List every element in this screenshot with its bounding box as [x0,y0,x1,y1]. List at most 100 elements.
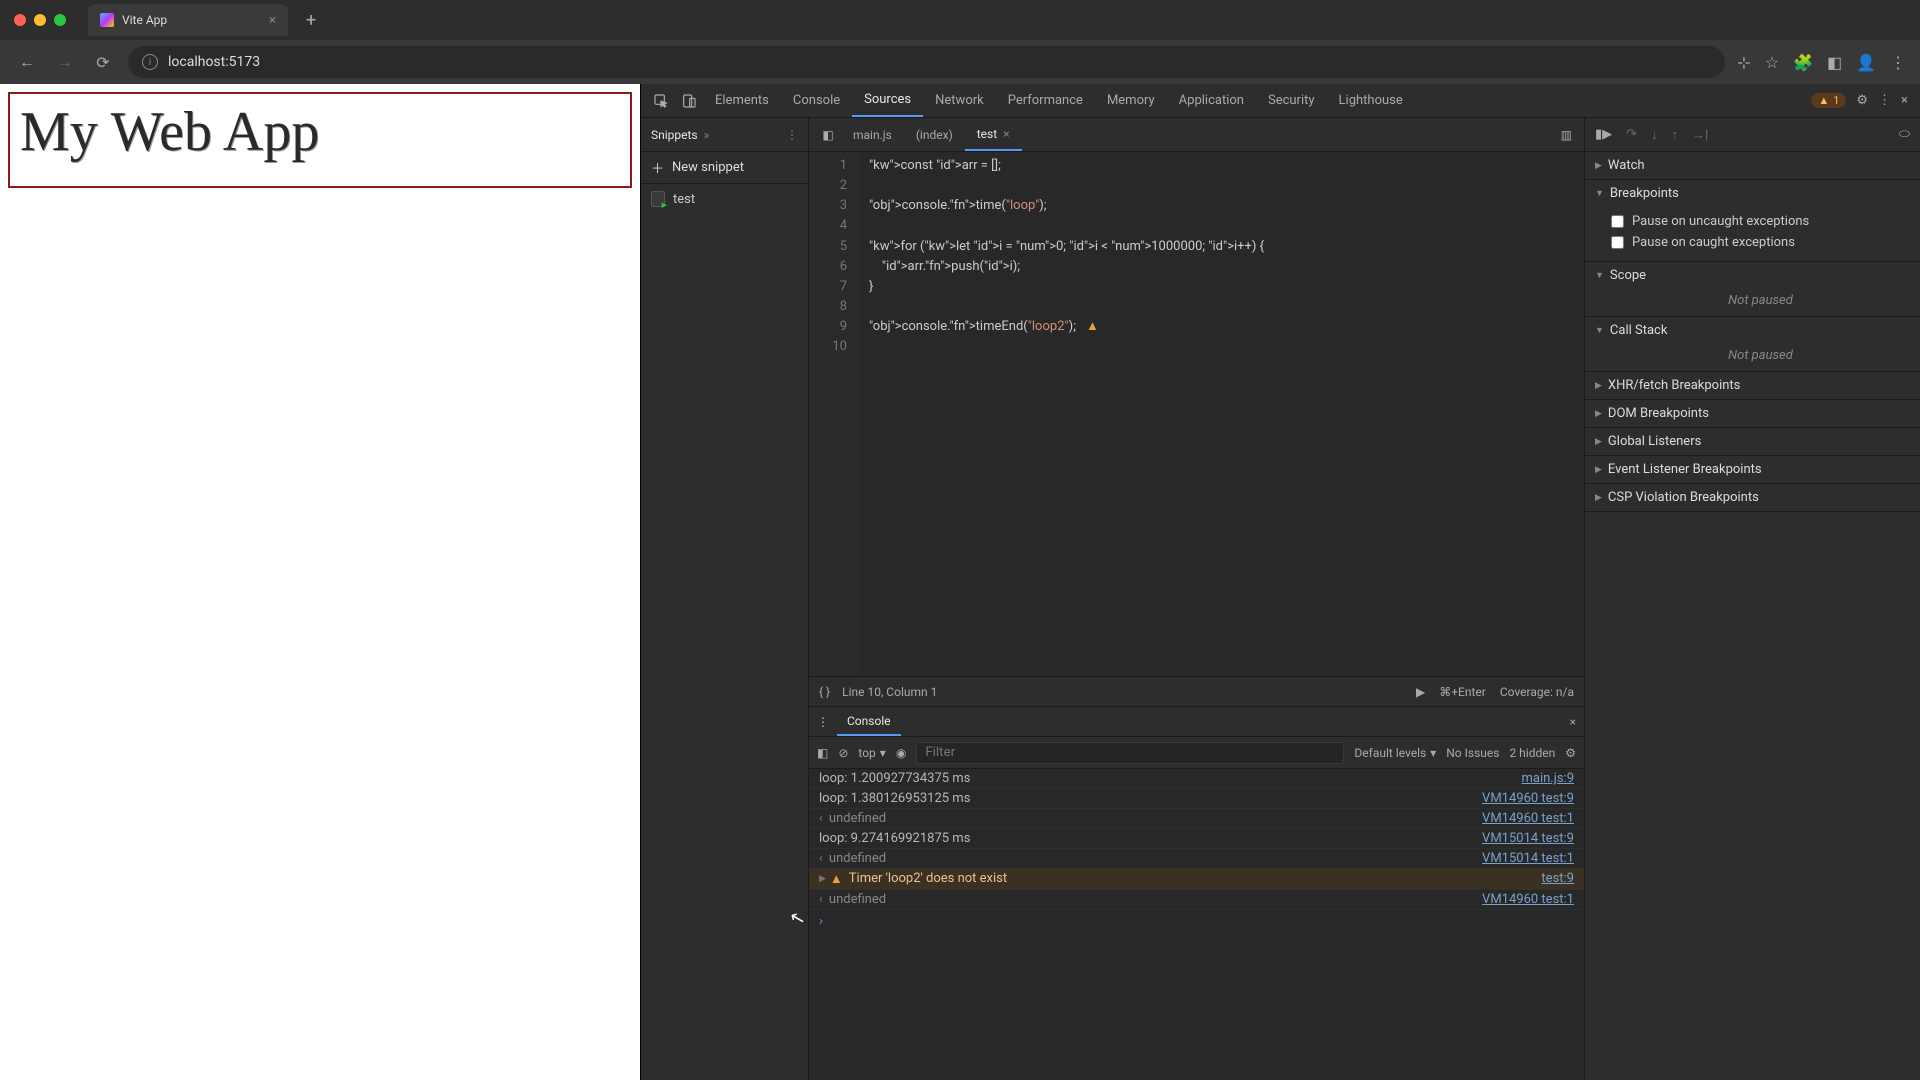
source-link[interactable]: main.js:9 [1521,771,1574,786]
snippets-header[interactable]: Snippets [651,128,698,142]
devtools-tab-console[interactable]: Console [781,84,852,117]
bookmark-icon[interactable]: ☆ [1765,53,1779,72]
devtools-tab-security[interactable]: Security [1256,84,1327,117]
minimize-window[interactable] [34,14,46,26]
new-snippet-button[interactable]: ＋ New snippet [641,152,808,184]
devtools-tab-sources[interactable]: Sources [852,84,923,117]
new-tab-button[interactable]: + [306,10,316,31]
more-icon[interactable]: ⋮ [1878,93,1891,108]
debugger-section[interactable]: ▼Scope [1585,262,1920,289]
run-icon[interactable]: ▶ [1416,685,1425,699]
devtools-tab-performance[interactable]: Performance [996,84,1095,117]
levels-select[interactable]: Default levels ▾ [1354,746,1436,760]
devtools-tab-lighthouse[interactable]: Lighthouse [1327,84,1415,117]
profile-icon[interactable]: 👤 [1856,53,1876,72]
deactivate-bp-icon[interactable]: ⬭ [1899,127,1910,142]
menu-icon[interactable]: ⋮ [1890,53,1906,72]
code-editor: ◧ main.js(index)test× ▥ 12345678910 "kw"… [809,118,1584,1080]
snippet-item[interactable]: test [641,184,808,214]
console-und-row[interactable]: undefinedVM14960 test:1 [809,809,1584,829]
address-bar[interactable]: i localhost:5173 [128,46,1725,78]
source-link[interactable]: VM15014 test:1 [1482,851,1574,866]
issues-label[interactable]: No Issues [1446,746,1499,760]
source-link[interactable]: test:9 [1541,871,1574,887]
devtools-tab-elements[interactable]: Elements [703,84,781,117]
pause-icon[interactable]: ▮▶ [1595,127,1612,142]
file-tab[interactable]: (index) [904,118,965,151]
clear-console-icon[interactable]: ⊘ [838,746,848,760]
drawer-more-icon[interactable]: ⋮ [817,715,837,729]
source-link[interactable]: VM14960 test:1 [1482,892,1574,907]
context-select[interactable]: top ▾ [858,746,885,760]
reload-button[interactable]: ⟳ [90,49,116,75]
zoom-icon[interactable]: ⊹ [1737,53,1750,72]
console-log[interactable]: loop: 1.200927734375 msmain.js:9loop: 1.… [809,769,1584,1080]
step-icon[interactable]: →| [1692,127,1708,143]
format-icon[interactable]: { } [819,685,830,699]
live-expr-icon[interactable]: ◉ [896,746,906,760]
devtools-tab-memory[interactable]: Memory [1095,84,1167,117]
close-devtools-icon[interactable]: × [1901,93,1908,108]
console-und-row[interactable]: undefinedVM15014 test:1 [809,849,1584,869]
close-window[interactable] [14,14,26,26]
debugger-section[interactable]: ▶Global Listeners [1585,428,1920,455]
forward-button[interactable]: → [52,49,78,75]
close-file-icon[interactable]: × [1003,127,1009,141]
extensions-icon[interactable]: 🧩 [1793,53,1813,72]
console-tab[interactable]: Console [837,707,901,736]
close-drawer-icon[interactable]: × [1570,715,1576,729]
maximize-window[interactable] [54,14,66,26]
caught-checkbox[interactable] [1611,236,1624,249]
console-log-row[interactable]: loop: 1.200927734375 msmain.js:9 [809,769,1584,789]
step-over-icon[interactable]: ↷ [1626,127,1637,142]
console-und-row[interactable]: undefinedVM14960 test:1 [809,890,1584,910]
error-count-badge[interactable]: ▲ 1 [1811,93,1846,108]
file-tab[interactable]: test× [965,118,1022,151]
file-more-icon[interactable]: ▥ [1561,128,1572,142]
settings-icon[interactable]: ⚙ [1856,93,1868,108]
code-area[interactable]: 12345678910 "kw">const "id">arr = []; "o… [809,152,1584,676]
toggle-nav-icon[interactable]: ◧ [815,128,841,142]
device-icon[interactable] [675,93,703,109]
hidden-label[interactable]: 2 hidden [1509,746,1555,760]
favicon-icon [100,13,114,27]
devtools-tab-network[interactable]: Network [923,84,996,117]
console-log-row[interactable]: loop: 1.380126953125 msVM14960 test:9 [809,789,1584,809]
debugger-section[interactable]: ▶Event Listener Breakpoints [1585,456,1920,483]
run-hint: ⌘+Enter [1439,685,1486,699]
console-settings-icon[interactable]: ⚙ [1565,746,1576,760]
tab-close-icon[interactable]: × [269,13,276,28]
snippets-more-icon[interactable]: ⋮ [786,128,798,142]
step-out-icon[interactable]: ↑ [1672,127,1679,143]
back-button[interactable]: ← [14,49,40,75]
inspect-icon[interactable] [647,93,675,109]
devtools-tab-application[interactable]: Application [1167,84,1256,117]
console-prompt[interactable]: › [809,910,1584,933]
tab-title: Vite App [122,13,167,27]
source-link[interactable]: VM14960 test:1 [1482,811,1574,826]
console-warn-row[interactable]: ▲Timer 'loop2' does not existtest:9 [809,869,1584,890]
source-link[interactable]: VM15014 test:9 [1482,831,1574,846]
chevron-double-icon[interactable]: » [704,128,710,142]
debugger-section[interactable]: ▼Call Stack [1585,317,1920,344]
uncaught-checkbox[interactable] [1611,215,1624,228]
snippets-sidebar: Snippets » ⋮ ＋ New snippet test [641,118,809,1080]
console-log-row[interactable]: loop: 9.274169921875 msVM15014 test:9 [809,829,1584,849]
site-info-icon[interactable]: i [142,54,158,70]
filter-input[interactable] [916,742,1344,764]
debugger-section[interactable]: ▼Breakpoints [1585,180,1920,207]
toggle-sidebar-icon[interactable]: ◧ [817,746,828,760]
step-into-icon[interactable]: ↓ [1651,127,1658,143]
devtools-panel: ElementsConsoleSourcesNetworkPerformance… [640,84,1920,1080]
debugger-sidebar: ▮▶ ↷ ↓ ↑ →| ⬭ ▶Watch▼BreakpointsPause on… [1584,118,1920,1080]
traffic-lights [14,14,66,26]
file-tab[interactable]: main.js [841,118,904,151]
source-link[interactable]: VM14960 test:9 [1482,791,1574,806]
debugger-section[interactable]: ▶Watch [1585,152,1920,179]
browser-tab[interactable]: Vite App × [88,4,288,36]
plus-icon: ＋ [651,158,664,177]
debugger-section[interactable]: ▶XHR/fetch Breakpoints [1585,372,1920,399]
debugger-section[interactable]: ▶DOM Breakpoints [1585,400,1920,427]
debugger-section[interactable]: ▶CSP Violation Breakpoints [1585,484,1920,511]
sidepanel-icon[interactable]: ◧ [1827,53,1842,72]
